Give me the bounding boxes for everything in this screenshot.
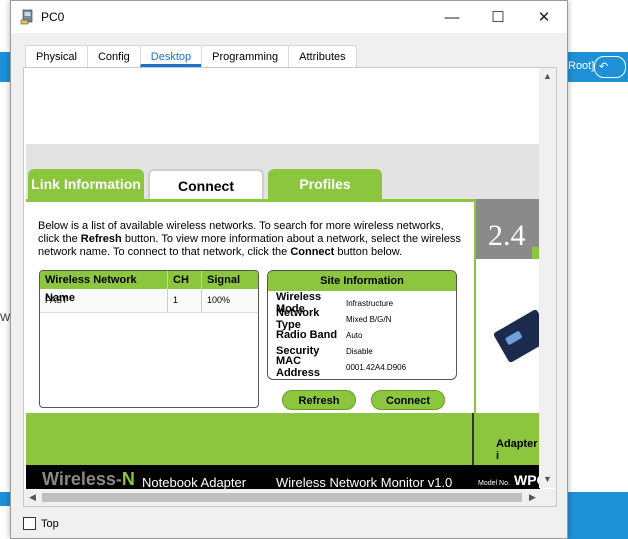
brand-logo: Wireless-N xyxy=(42,469,135,490)
horizontal-scrollbar[interactable]: ◀ ▶ xyxy=(24,489,556,506)
wireless-monitor-app: Link Information Connect Profiles Below … xyxy=(26,68,554,495)
refresh-button[interactable]: Refresh xyxy=(282,390,356,410)
frequency-label: 2.4 xyxy=(488,219,526,252)
site-value: Auto xyxy=(346,330,363,340)
brand-logo-n: N xyxy=(121,469,135,489)
background-label: Root] xyxy=(568,60,595,72)
site-value: Infrastructure xyxy=(346,298,394,308)
model-label: Model No. xyxy=(478,480,510,487)
site-value: Disable xyxy=(346,346,373,356)
green-footer-band xyxy=(26,413,540,465)
top-checkbox[interactable] xyxy=(23,517,36,530)
footer-divider xyxy=(472,413,474,465)
tab-physical[interactable]: Physical xyxy=(25,45,88,67)
network-name-cell: FAST xyxy=(40,289,168,312)
monitor-version: Wireless Network Monitor v1.0 xyxy=(276,475,453,490)
adapter-label: Adapter i xyxy=(496,438,538,462)
site-label: Radio Band xyxy=(276,329,338,341)
tab-config[interactable]: Config xyxy=(86,45,141,67)
pc-icon xyxy=(20,9,33,25)
connect-panel: Below is a list of available wireless ne… xyxy=(26,199,474,413)
desktop-content: Link Information Connect Profiles Below … xyxy=(23,67,557,507)
side-branding-panel: 2.4 xyxy=(474,199,554,413)
tab-connect[interactable]: Connect xyxy=(148,169,264,199)
connect-button[interactable]: Connect xyxy=(371,390,445,410)
app-header-area xyxy=(26,68,540,144)
header-signal[interactable]: Signal xyxy=(202,271,258,289)
header-network-name[interactable]: Wireless Network Name xyxy=(40,271,168,304)
background-strip xyxy=(566,492,628,539)
site-label: MAC Address xyxy=(276,355,321,379)
product-name: Notebook Adapter xyxy=(142,475,247,490)
brand-logo-text: Wireless- xyxy=(42,469,122,489)
wireless-network-table: Wireless Network Name CH Signal FAST 1 1… xyxy=(39,270,259,408)
tab-link-information[interactable]: Link Information xyxy=(28,169,144,199)
tab-programming[interactable]: Programming xyxy=(201,45,290,67)
tab-profiles[interactable]: Profiles xyxy=(268,169,382,199)
scroll-right-icon[interactable]: ▶ xyxy=(524,489,541,506)
window-title: PC0 xyxy=(41,10,65,24)
description-text: button below. xyxy=(334,246,403,258)
header-channel[interactable]: CH xyxy=(168,271,202,289)
description-connect: Connect xyxy=(290,246,335,258)
connect-description: Below is a list of available wireless ne… xyxy=(38,220,468,259)
title-bar[interactable]: PC0 — ☐ ✕ xyxy=(11,1,567,33)
signal-cell: 100% xyxy=(207,295,231,305)
site-information-title: Site Information xyxy=(268,271,456,291)
site-label: Network Type xyxy=(276,307,320,331)
table-row[interactable]: FAST 1 100% xyxy=(40,289,258,313)
close-button[interactable]: ✕ xyxy=(521,1,567,33)
tab-attributes[interactable]: Attributes xyxy=(288,45,357,67)
background-back-button[interactable]: ↶ xyxy=(594,56,626,78)
site-row: MAC Address 0001.42A4.D906 xyxy=(268,355,456,379)
site-row: Network Type Mixed B/G/N xyxy=(268,307,456,331)
scroll-thumb[interactable] xyxy=(42,493,522,502)
frequency-badge: 2.4 xyxy=(476,199,542,259)
minimize-button[interactable]: — xyxy=(429,1,475,33)
vertical-scrollbar[interactable]: ▲ ▼ xyxy=(539,68,556,488)
site-information-box: Site Information Wireless Mode Infrastru… xyxy=(267,270,457,380)
pc-window: PC0 — ☐ ✕ Physical Config Desktop Progra… xyxy=(10,0,568,539)
top-checkbox-label: Top xyxy=(41,518,59,530)
window-footer: Top xyxy=(11,509,567,539)
tab-desktop[interactable]: Desktop xyxy=(139,45,203,67)
scroll-up-icon[interactable]: ▲ xyxy=(539,68,556,85)
site-row: Radio Band Auto xyxy=(268,327,456,343)
table-header: Wireless Network Name CH Signal xyxy=(40,271,258,304)
site-value: Mixed B/G/N xyxy=(346,314,392,324)
scroll-left-icon[interactable]: ◀ xyxy=(24,489,41,506)
tab-bar: Physical Config Desktop Programming Attr… xyxy=(25,45,357,67)
channel-cell: 1 xyxy=(168,289,202,312)
scroll-down-icon[interactable]: ▼ xyxy=(539,471,556,488)
site-value: 0001.42A4.D906 xyxy=(346,362,407,372)
maximize-button[interactable]: ☐ xyxy=(475,1,521,33)
description-refresh: Refresh xyxy=(80,233,122,245)
